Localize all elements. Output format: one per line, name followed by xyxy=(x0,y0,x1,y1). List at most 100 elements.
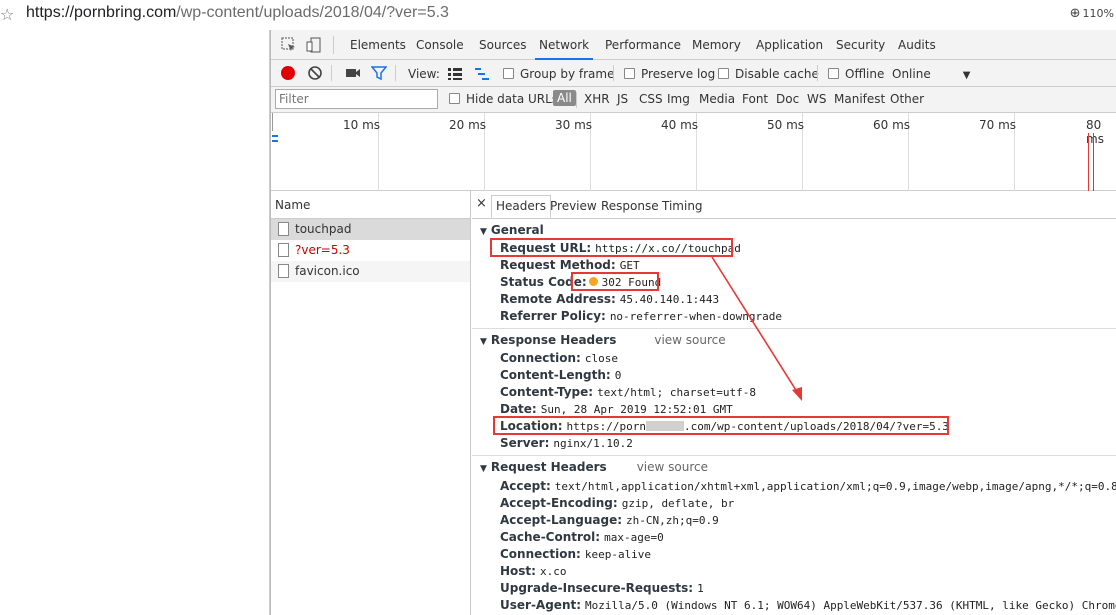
header-key: Remote Address: xyxy=(500,292,616,306)
timeline-overview[interactable]: 10 ms 20 ms 30 ms 40 ms 50 ms 60 ms 70 m… xyxy=(271,113,1116,191)
disable-cache-label: Disable cache xyxy=(735,67,819,81)
checkbox-box[interactable] xyxy=(718,68,729,79)
filter-type-img[interactable]: Img xyxy=(667,92,690,106)
tab-elements[interactable]: Elements xyxy=(350,30,406,60)
zoom-icon: ⊕ xyxy=(1069,6,1081,21)
detail-tabbar: × Headers Preview Response Timing xyxy=(472,191,1116,219)
header-value: keep-alive xyxy=(584,548,652,561)
filter-type-js[interactable]: JS xyxy=(617,92,628,106)
chevron-down-icon: ▼ xyxy=(962,70,971,81)
document-icon xyxy=(278,243,289,257)
toolbar-divider xyxy=(331,65,332,81)
large-rows-icon[interactable] xyxy=(447,66,463,82)
tab-timing[interactable]: Timing xyxy=(658,196,707,219)
screenshot-camera-icon[interactable] xyxy=(345,65,361,81)
filter-type-manifest[interactable]: Manifest xyxy=(834,92,885,106)
header-key: User-Agent: xyxy=(500,598,582,612)
filter-type-media[interactable]: Media xyxy=(699,92,735,106)
header-value: nginx/1.10.2 xyxy=(553,437,633,450)
timeline-tick: 10 ms xyxy=(343,118,381,132)
header-value: zh-CN,zh;q=0.9 xyxy=(626,514,719,527)
tab-network[interactable]: Network xyxy=(535,30,594,60)
toolbar-divider xyxy=(613,65,614,81)
filter-divider xyxy=(576,92,577,108)
preserve-log-checkbox[interactable]: Preserve log xyxy=(624,65,715,83)
bookmark-star-icon[interactable]: ☆ xyxy=(0,5,14,24)
request-row-ver[interactable]: ?ver=5.3 xyxy=(271,240,470,261)
header-row: Date: Sun, 28 Apr 2019 12:52:01 GMT xyxy=(500,402,733,416)
tab-headers[interactable]: Headers xyxy=(491,195,551,218)
tab-preview[interactable]: Preview xyxy=(546,196,601,219)
header-value: close xyxy=(584,352,618,365)
device-toolbar-icon[interactable] xyxy=(306,37,322,53)
timeline-tick: 40 ms xyxy=(661,118,699,132)
filter-type-doc[interactable]: Doc xyxy=(776,92,799,106)
timeline-bar xyxy=(272,140,278,142)
filter-input[interactable] xyxy=(275,89,438,109)
disable-cache-checkbox[interactable]: Disable cache xyxy=(718,65,819,83)
request-row-touchpad[interactable]: touchpad xyxy=(271,219,470,240)
request-headers-section-header[interactable]: ▼ Request Headers view source xyxy=(480,460,708,474)
timeline-tick: 30 ms xyxy=(555,118,593,132)
tab-audits[interactable]: Audits xyxy=(898,30,936,60)
header-key: Host: xyxy=(500,564,536,578)
header-row: User-Agent: Mozilla/5.0 (Windows NT 6.1; … xyxy=(500,598,1116,612)
timeline-tick: 20 ms xyxy=(449,118,487,132)
general-section-header[interactable]: ▼ General xyxy=(480,223,544,237)
annotation-box-status-code xyxy=(571,272,659,291)
zoom-indicator[interactable]: ⊕ 110% xyxy=(1070,6,1114,21)
header-key: Content-Type: xyxy=(500,385,594,399)
section-divider xyxy=(472,455,1116,456)
checkbox-box[interactable] xyxy=(828,68,839,79)
filter-type-css[interactable]: CSS xyxy=(639,92,663,106)
throttling-select[interactable]: Online ▼ xyxy=(892,65,970,83)
section-title: General xyxy=(490,223,544,237)
tab-response[interactable]: Response xyxy=(597,196,663,219)
checkbox-box[interactable] xyxy=(503,68,514,79)
url-path: /wp-content/uploads/2018/04/?ver=5.3 xyxy=(176,4,449,21)
throttling-value: Online xyxy=(892,67,931,81)
header-value: GET xyxy=(619,259,640,272)
filter-bar: Hide data URLs All XHR JS CSS Img Media … xyxy=(271,87,1116,113)
section-title: Response Headers xyxy=(490,333,617,347)
header-value: 0 xyxy=(614,369,622,382)
header-row: Remote Address: 45.40.140.1:443 xyxy=(500,292,719,306)
record-icon[interactable] xyxy=(280,65,296,81)
header-key: Cache-Control: xyxy=(500,530,601,544)
tab-security[interactable]: Security xyxy=(836,30,885,60)
header-value: 1 xyxy=(697,582,704,595)
header-row: Content-Length: 0 xyxy=(500,368,621,382)
tab-application[interactable]: Application xyxy=(756,30,823,60)
checkbox-box[interactable] xyxy=(624,68,635,79)
filter-type-xhr[interactable]: XHR xyxy=(584,92,610,106)
view-source-link[interactable]: view source xyxy=(637,460,708,474)
filter-type-ws[interactable]: WS xyxy=(807,92,826,106)
close-icon[interactable]: × xyxy=(476,196,487,211)
offline-checkbox[interactable]: Offline xyxy=(828,65,884,83)
group-by-frame-checkbox[interactable]: Group by frame xyxy=(503,65,614,83)
request-row-favicon[interactable]: favicon.ico xyxy=(271,261,470,282)
tab-performance[interactable]: Performance xyxy=(605,30,681,60)
tab-console[interactable]: Console xyxy=(416,30,464,60)
filter-funnel-icon[interactable] xyxy=(371,65,387,81)
name-column-header[interactable]: Name xyxy=(271,191,470,219)
address-bar[interactable]: ☆ https://pornbring.com/wp-content/uploa… xyxy=(0,0,1116,30)
filter-type-font[interactable]: Font xyxy=(742,92,768,106)
header-row: Connection: close xyxy=(500,351,618,365)
header-row: Server: nginx/1.10.2 xyxy=(500,436,633,450)
filter-type-other[interactable]: Other xyxy=(890,92,924,106)
inspect-element-icon[interactable] xyxy=(281,37,297,53)
clear-icon[interactable] xyxy=(307,65,323,81)
checkbox-box[interactable] xyxy=(449,93,460,104)
view-label: View: xyxy=(408,67,440,81)
header-key: Date: xyxy=(500,402,537,416)
waterfall-overview-icon[interactable] xyxy=(474,66,490,82)
tab-sources[interactable]: Sources xyxy=(479,30,526,60)
hide-data-urls-checkbox[interactable]: Hide data URLs xyxy=(449,92,558,106)
tab-memory[interactable]: Memory xyxy=(692,30,741,60)
url-text[interactable]: https://pornbring.com/wp-content/uploads… xyxy=(26,4,449,22)
filter-type-all[interactable]: All xyxy=(553,90,576,106)
header-key: Connection: xyxy=(500,351,581,365)
timeline-tick: 50 ms xyxy=(767,118,805,132)
response-headers-section-header[interactable]: ▼ Response Headers view source xyxy=(480,333,726,347)
